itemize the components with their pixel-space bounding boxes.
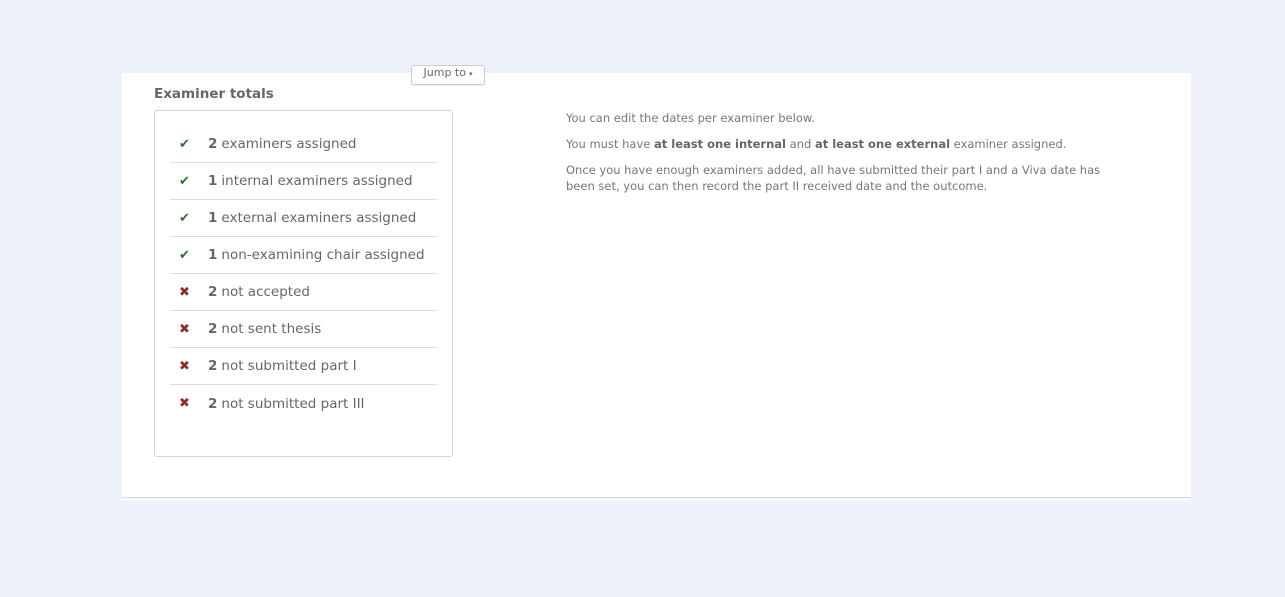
totals-item: ✔ 1 non-examining chair assigned: [170, 237, 437, 274]
jump-to-button[interactable]: Jump to ▾: [411, 65, 485, 85]
examiner-totals-list: ✔ 2 examiners assigned ✔ 1 internal examiners…: [170, 126, 437, 422]
caret-down-icon: ▾: [468, 70, 473, 78]
totals-count: 1: [208, 247, 218, 263]
totals-item: ✔ 1 internal examiners assigned: [170, 163, 437, 200]
totals-item: ✔ 1 external examiners assigned: [170, 200, 437, 237]
totals-label: non-examining chair assigned: [221, 247, 425, 263]
totals-count: 1: [208, 210, 218, 226]
bold-external: at least one external: [814, 137, 951, 151]
examiner-panel: Jump to ▾ Examiner totals ✔ 2 examiners ass…: [122, 65, 1191, 501]
totals-label: not submitted part I: [221, 358, 357, 374]
cross-icon: ✖: [179, 321, 190, 337]
totals-label: not accepted: [221, 284, 310, 300]
check-icon: ✔: [179, 136, 190, 152]
totals-label: not sent thesis: [221, 321, 322, 337]
totals-label: examiners assigned: [221, 136, 357, 152]
totals-item: ✖ 2 not submitted part III: [170, 385, 437, 422]
totals-count: 2: [208, 284, 218, 300]
info-line-outcome: Once you have enough examiners added, al…: [566, 163, 1101, 193]
totals-label: internal examiners assigned: [221, 173, 413, 189]
totals-label: not submitted part III: [221, 395, 365, 412]
totals-item: ✖ 2 not accepted: [170, 274, 437, 311]
cross-icon: ✖: [179, 284, 190, 300]
check-icon: ✔: [179, 247, 190, 263]
check-icon: ✔: [179, 210, 190, 226]
totals-count: 2: [208, 321, 218, 337]
info-line-edit-dates: You can edit the dates per examiner belo…: [566, 111, 815, 125]
totals-count: 2: [208, 136, 218, 152]
info-text: You can edit the dates per examiner belo…: [566, 110, 1126, 204]
examiner-totals-box: ✔ 2 examiners assigned ✔ 1 internal examiners…: [154, 110, 453, 457]
cross-icon: ✖: [179, 358, 190, 374]
panel-footer-strip: [122, 498, 1191, 501]
totals-count: 2: [208, 358, 218, 374]
check-icon: ✔: [179, 173, 190, 189]
jump-to-label: Jump to: [423, 66, 466, 79]
totals-item: ✖ 2 not submitted part I: [170, 348, 437, 385]
examiner-totals-title: Examiner totals: [154, 86, 274, 102]
totals-item: ✔ 2 examiners assigned: [170, 126, 437, 163]
totals-item: ✖ 2 not sent thesis: [170, 311, 437, 348]
bold-internal: at least one internal: [654, 137, 786, 151]
totals-label: external examiners assigned: [221, 210, 417, 226]
info-line-requirements: You must have at least one internal and …: [566, 137, 1067, 151]
totals-count: 1: [208, 173, 218, 189]
cross-icon: ✖: [179, 396, 190, 411]
totals-count: 2: [208, 395, 218, 412]
